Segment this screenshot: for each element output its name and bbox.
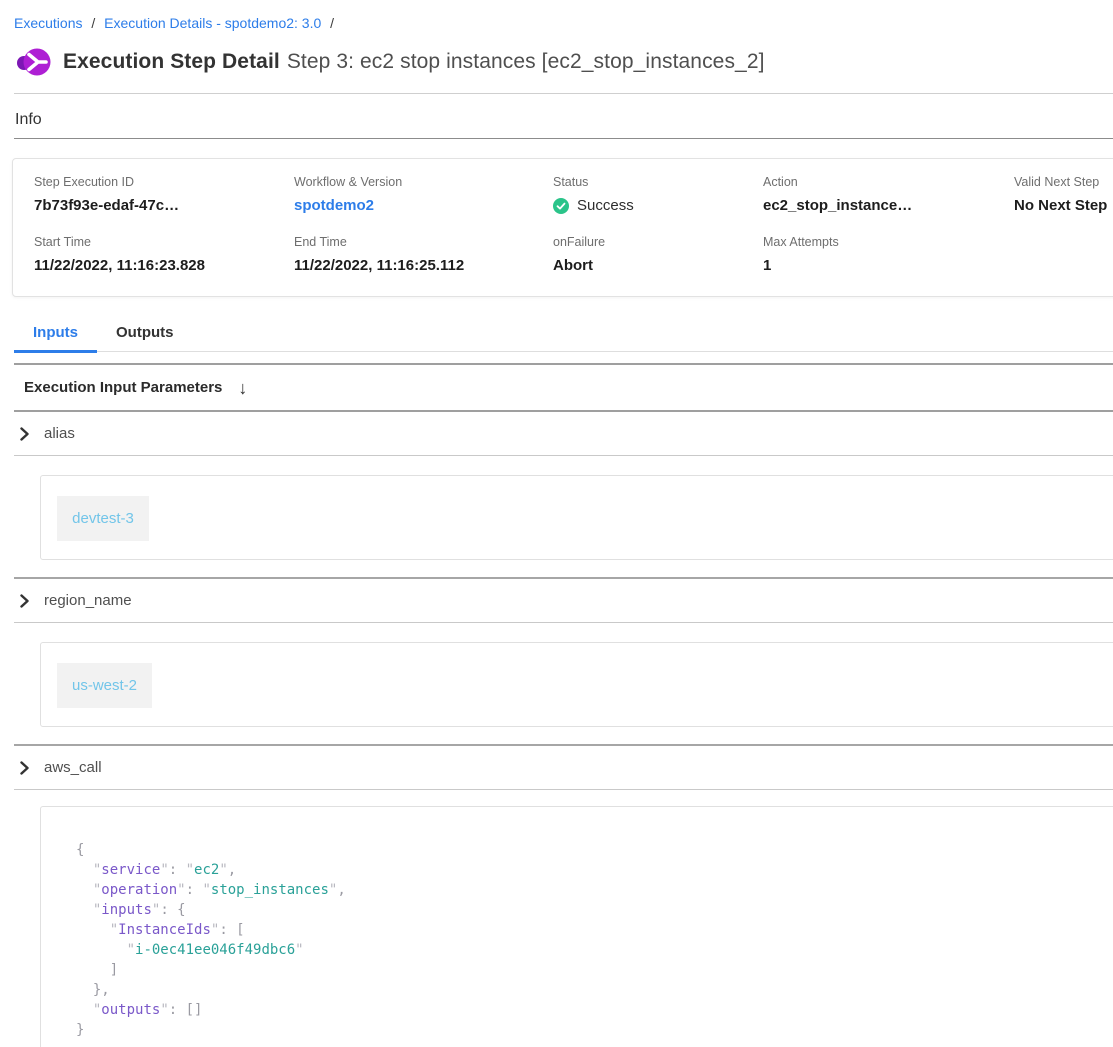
workflow-step-icon xyxy=(16,45,51,79)
field-label: onFailure xyxy=(553,235,763,249)
section-label: aws_call xyxy=(44,759,102,776)
aws-call-json-panel: { "service": "ec2", "operation": "stop_i… xyxy=(40,806,1113,1047)
field-valid-next-step: Valid Next Step No Next Step xyxy=(1014,175,1113,214)
chevron-right-icon xyxy=(20,761,29,775)
field-label: Max Attempts xyxy=(763,235,1014,249)
breadcrumb-separator: / xyxy=(91,15,95,31)
field-step-execution-id: Step Execution ID 7b73f93e-edaf-47c… xyxy=(34,175,294,214)
page-title: Execution Step Detail Step 3: ec2 stop in… xyxy=(63,50,765,74)
row-divider xyxy=(14,455,1113,456)
row-divider xyxy=(14,622,1113,623)
field-end-time: End Time 11/22/2022, 11:16:25.112 xyxy=(294,235,553,274)
field-max-attempts: Max Attempts 1 xyxy=(763,235,1014,274)
field-label: End Time xyxy=(294,235,553,249)
field-value: 11/22/2022, 11:16:25.112 xyxy=(294,257,553,274)
workflow-link[interactable]: spotdemo2 xyxy=(294,197,553,214)
breadcrumb-link-execution-details[interactable]: Execution Details - spotdemo2: 3.0 xyxy=(104,15,321,31)
params-heading: Execution Input Parameters xyxy=(24,379,222,396)
section-row-aws-call[interactable]: aws_call xyxy=(0,746,1113,789)
field-label: Status xyxy=(553,175,763,189)
success-check-icon xyxy=(553,198,569,214)
breadcrumb-link-executions[interactable]: Executions xyxy=(14,15,82,31)
field-value: 7b73f93e-edaf-47c… xyxy=(34,197,294,214)
field-value: ec2_stop_instance… xyxy=(763,197,1014,214)
region-value-panel: us-west-2 xyxy=(40,642,1113,727)
alias-value-panel: devtest-3 xyxy=(40,475,1113,560)
field-start-time: Start Time 11/22/2022, 11:16:23.828 xyxy=(34,235,294,274)
field-label: Start Time xyxy=(34,235,294,249)
breadcrumb: Executions / Execution Details - spotdem… xyxy=(0,0,1113,31)
alias-value-chip: devtest-3 xyxy=(57,496,149,541)
field-label: Step Execution ID xyxy=(34,175,294,189)
field-value: No Next Step xyxy=(1014,197,1113,214)
tab-inputs[interactable]: Inputs xyxy=(14,318,97,353)
header-divider xyxy=(14,93,1113,94)
field-label: Valid Next Step xyxy=(1014,175,1113,189)
section-row-region-name[interactable]: region_name xyxy=(0,579,1113,622)
section-label: region_name xyxy=(44,592,132,609)
section-label: alias xyxy=(44,425,75,442)
field-label: Action xyxy=(763,175,1014,189)
info-heading: Info xyxy=(15,111,1099,129)
info-heading-divider xyxy=(14,138,1113,139)
field-action: Action ec2_stop_instance… xyxy=(763,175,1014,214)
down-arrow-icon[interactable]: ↓ xyxy=(238,379,247,397)
status-badge: Success xyxy=(577,197,634,214)
page-title-row: Execution Step Detail Step 3: ec2 stop in… xyxy=(16,45,1099,79)
field-value: 1 xyxy=(763,257,1014,274)
region-value-chip: us-west-2 xyxy=(57,663,152,708)
tab-bar: Inputs Outputs xyxy=(14,318,1113,352)
params-heading-row: Execution Input Parameters ↓ xyxy=(24,365,1113,410)
section-row-alias[interactable]: alias xyxy=(0,412,1113,455)
json-code: { "service": "ec2", "operation": "stop_i… xyxy=(76,840,1096,1040)
row-divider xyxy=(14,789,1113,790)
field-status: Status Success xyxy=(553,175,763,214)
page-title-main: Execution Step Detail xyxy=(63,50,280,73)
field-onfailure: onFailure Abort xyxy=(553,235,763,274)
breadcrumb-separator: / xyxy=(330,15,334,31)
field-workflow-version: Workflow & Version spotdemo2 xyxy=(294,175,553,214)
field-value: Abort xyxy=(553,257,763,274)
page-title-subtitle: Step 3: ec2 stop instances [ec2_stop_ins… xyxy=(287,50,765,73)
info-card: Step Execution ID 7b73f93e-edaf-47c… Wor… xyxy=(12,158,1113,297)
chevron-right-icon xyxy=(20,594,29,608)
field-value: 11/22/2022, 11:16:23.828 xyxy=(34,257,294,274)
chevron-right-icon xyxy=(20,427,29,441)
tab-outputs[interactable]: Outputs xyxy=(97,318,193,353)
field-label: Workflow & Version xyxy=(294,175,553,189)
